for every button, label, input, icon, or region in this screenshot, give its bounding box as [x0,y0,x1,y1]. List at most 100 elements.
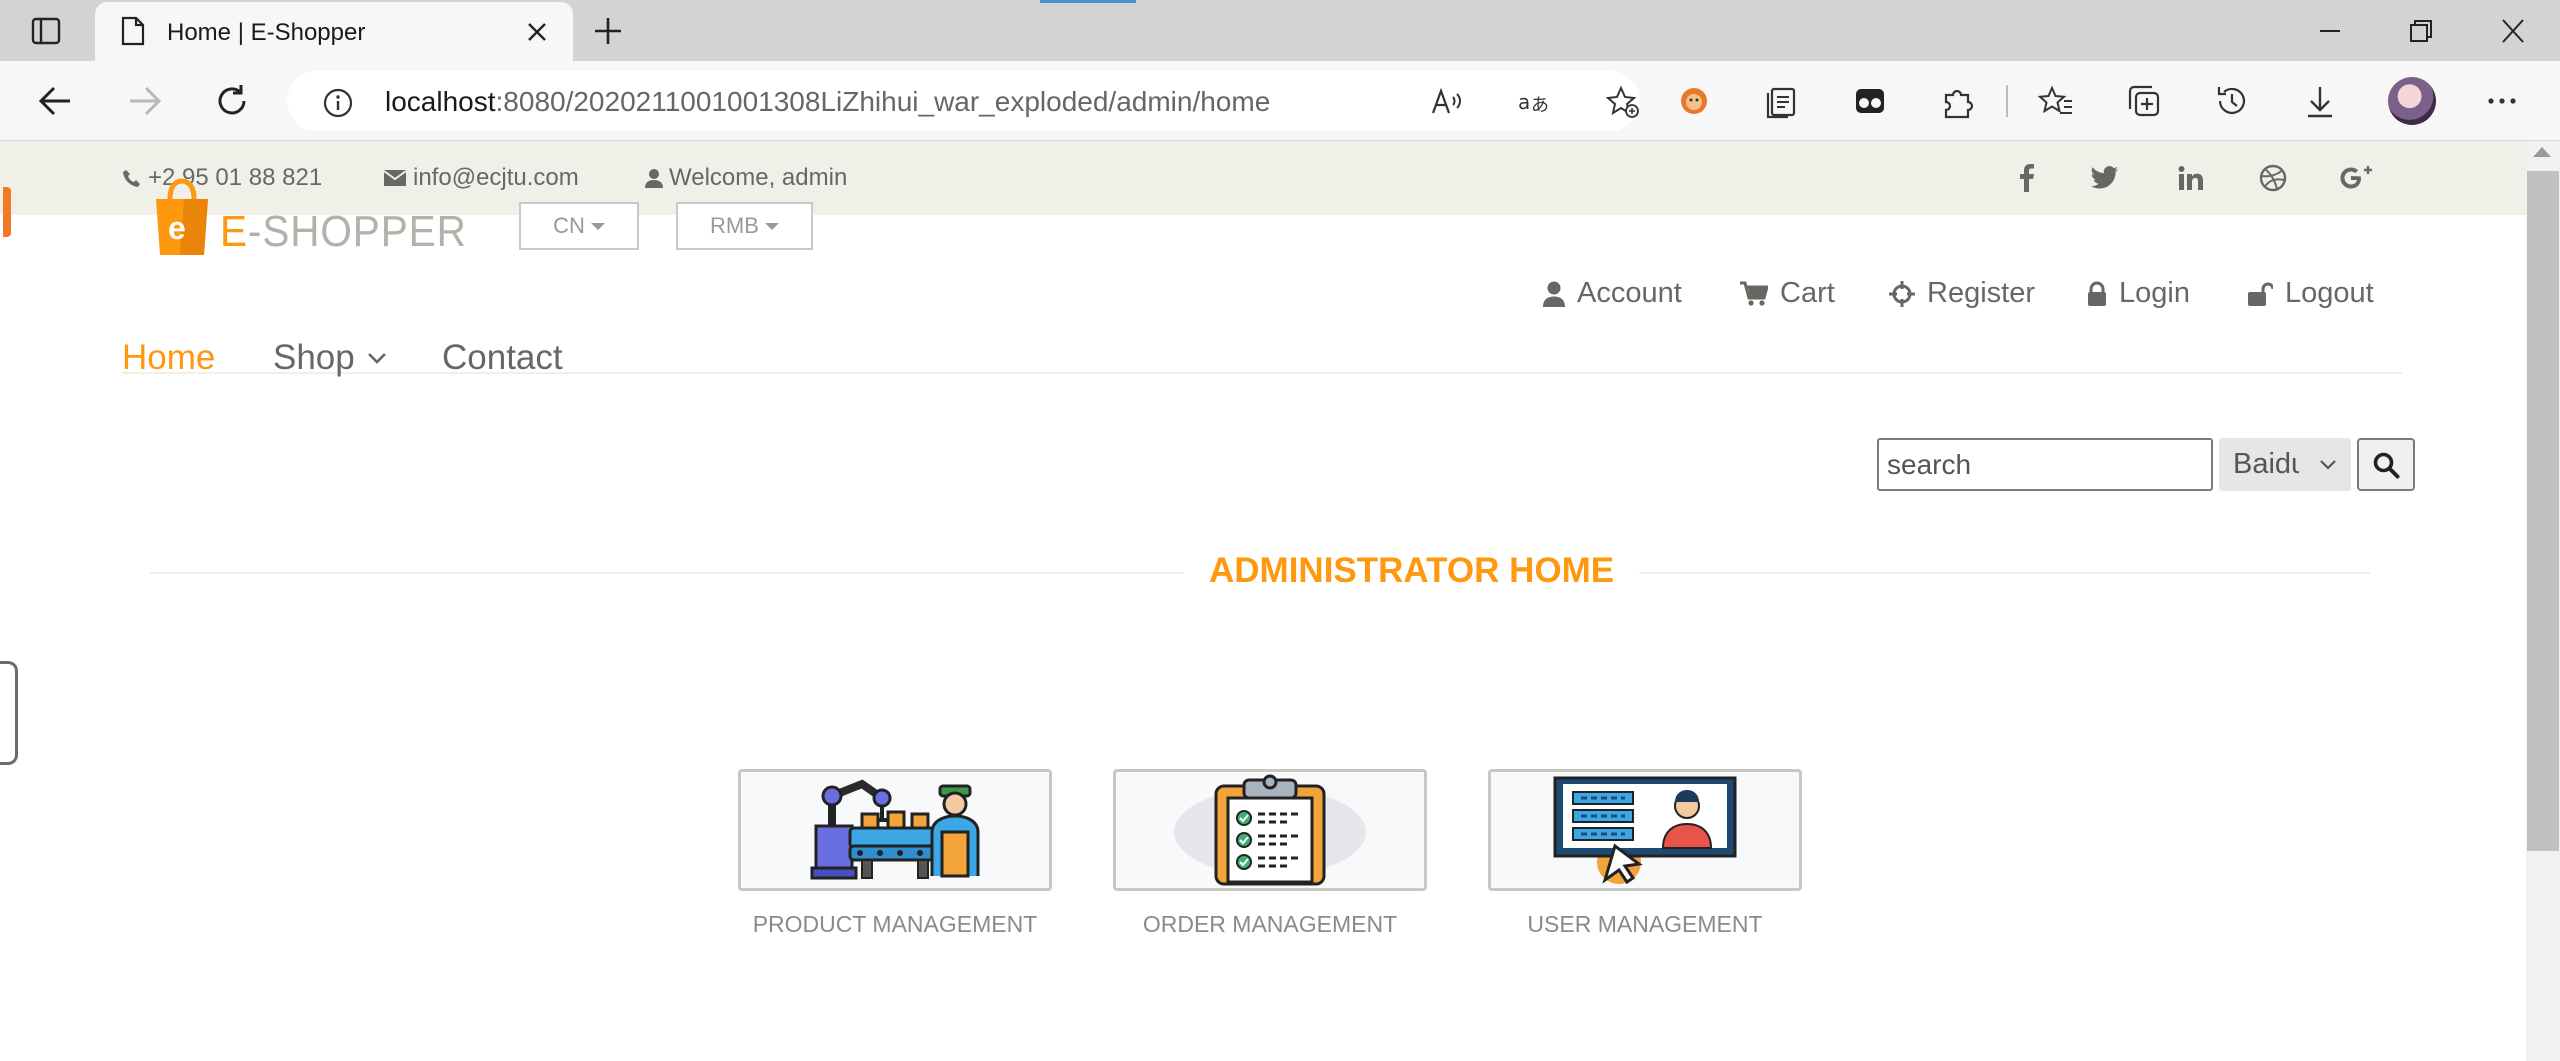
user-profile-screen-icon [1553,776,1737,885]
user-icon [1543,281,1565,307]
user-management-card[interactable] [1488,769,1802,891]
extension-glasses-icon[interactable] [1848,79,1892,123]
logout-link[interactable]: Logout [2247,277,2374,310]
url-path: :8080/2020211001001308LiZhihui_war_explo… [495,86,1271,117]
language-value: CN [553,213,585,238]
phone-icon [123,170,140,187]
product-management-card[interactable] [738,769,1052,891]
back-icon[interactable] [34,79,78,123]
lock-icon [2088,281,2106,306]
search-input[interactable] [1877,438,2213,491]
new-tab-icon[interactable] [590,14,626,48]
url-host: localhost [385,86,496,117]
page-icon [121,16,145,46]
crosshairs-icon [1889,280,1915,307]
add-favorite-icon[interactable] [1605,85,1641,119]
nav-home[interactable]: Home [122,338,215,378]
order-management-label[interactable]: ORDER MANAGEMENT [1113,911,1427,938]
address-bar[interactable]: localhost:8080/2020211001001308LiZhihui_… [287,71,1640,131]
scrollbar-thumb[interactable] [2527,171,2559,851]
nav-shop[interactable]: Shop [273,338,387,378]
nav-home-label: Home [122,338,216,377]
site-info-icon[interactable] [322,87,354,119]
linkedin-icon[interactable] [2174,161,2208,195]
chevron-down-icon [367,353,386,364]
downloads-icon[interactable] [2298,79,2342,123]
logout-label: Logout [2285,277,2374,309]
product-management-label[interactable]: PRODUCT MANAGEMENT [738,911,1052,938]
tab-actions-icon[interactable] [24,14,68,48]
caret-down-icon [764,222,779,230]
clipboard-checklist-icon [1174,774,1366,886]
nav-shop-label: Shop [273,338,355,377]
search-engine-select[interactable]: Baidu [2219,438,2351,491]
order-management-card[interactable] [1113,769,1427,891]
shopping-cart-icon [1740,281,1768,306]
admin-title-section: ADMINISTRATOR HOME [150,541,2370,601]
login-label: Login [2119,277,2190,309]
svg-text:e: e [168,210,186,246]
currency-dropdown[interactable]: RMB [676,202,813,250]
logo-text: E-SHOPPER [220,207,467,256]
svg-text:a: a [1518,90,1530,114]
more-options-icon[interactable] [2480,79,2524,123]
account-link[interactable]: Account [1543,277,1682,310]
account-label: Account [1577,277,1682,309]
google-plus-icon[interactable] [2340,161,2374,195]
logo-accent-letter: E [220,207,248,256]
restore-icon[interactable] [2400,14,2440,48]
register-label: Register [1927,277,2035,309]
collections-icon[interactable] [2122,79,2166,123]
nav-contact[interactable]: Contact [442,338,563,378]
reload-icon[interactable] [210,79,254,123]
unlock-icon [2248,282,2273,306]
search-engine-value: Baidu [2233,448,2299,480]
login-link[interactable]: Login [2087,277,2190,310]
shopping-bag-logo-icon: e [156,178,208,255]
tab-accent-bar [1040,0,1136,3]
svg-text:あ: あ [1531,95,1549,116]
forward-icon[interactable] [122,79,166,123]
side-widget-progress [3,187,11,237]
extensions-puzzle-icon[interactable] [1936,79,1980,123]
user-icon [645,169,663,188]
cart-label: Cart [1780,277,1835,309]
browser-tab-strip: Home | E-Shopper [0,0,2560,61]
translate-icon[interactable]: aあ [1517,85,1553,119]
factory-assembly-icon [790,776,1000,884]
caret-down-icon [590,222,605,230]
page-viewport: +2 95 01 88 821 info@ecjtu.com Welcome, … [0,141,2560,1061]
user-management-label[interactable]: USER MANAGEMENT [1488,911,1802,938]
chevron-down-icon [2320,459,2336,470]
facebook-icon[interactable] [2010,161,2044,195]
history-icon[interactable] [2210,79,2254,123]
register-link[interactable]: Register [1889,277,2035,310]
collections-pages-icon[interactable] [1760,79,1804,123]
page-title: ADMINISTRATOR HOME [1184,551,1640,591]
close-window-icon[interactable] [2492,14,2532,48]
currency-value: RMB [710,213,759,238]
read-aloud-icon[interactable] [1429,85,1465,119]
toolbar-divider [2006,85,2008,117]
browser-tab-active[interactable]: Home | E-Shopper [95,2,573,61]
search-button[interactable] [2357,438,2415,491]
dribbble-icon[interactable] [2256,161,2290,195]
search-icon [2373,452,2400,478]
language-dropdown[interactable]: CN [519,202,639,250]
profile-avatar[interactable] [2388,77,2436,125]
favorites-icon[interactable] [2034,79,2078,123]
welcome-text: Welcome, admin [669,164,848,191]
scroll-up-arrow-icon[interactable] [2533,147,2551,157]
welcome-user: Welcome, admin [645,164,847,192]
tab-title: Home | E-Shopper [167,19,366,46]
minimize-icon[interactable] [2310,14,2350,48]
browser-toolbar: localhost:8080/2020211001001308LiZhihui_… [0,61,2560,141]
close-tab-icon[interactable] [523,18,551,46]
cart-link[interactable]: Cart [1740,277,1835,310]
extension-lion-icon[interactable] [1672,79,1716,123]
side-scroll-widget[interactable] [0,661,18,765]
url-text: localhost:8080/2020211001001308LiZhihui_… [385,86,1270,118]
nav-contact-label: Contact [442,338,563,377]
twitter-icon[interactable] [2088,161,2122,195]
eshopper-logo[interactable]: e E-SHOPPER [150,177,488,257]
